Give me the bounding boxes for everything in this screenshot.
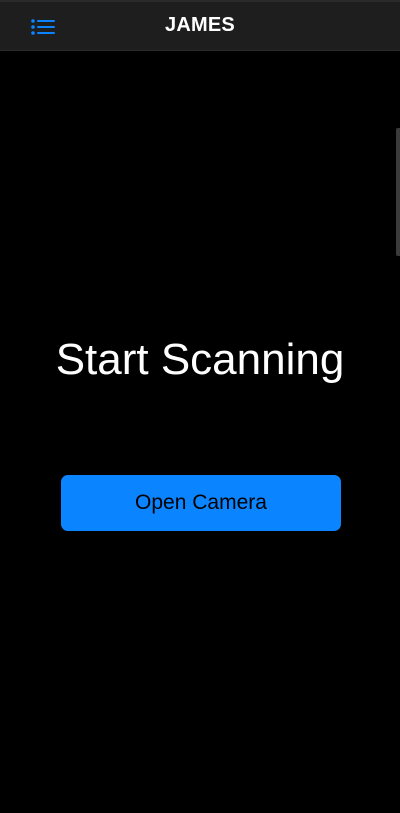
app-header: JAMES (0, 2, 400, 51)
scrollbar[interactable] (396, 128, 400, 256)
app-title: JAMES (165, 14, 235, 36)
app-screen: JAMES Start Scanning Open Camera (0, 0, 400, 813)
start-scanning-heading: Start Scanning (55, 335, 345, 384)
open-camera-button[interactable]: Open Camera (61, 475, 341, 531)
